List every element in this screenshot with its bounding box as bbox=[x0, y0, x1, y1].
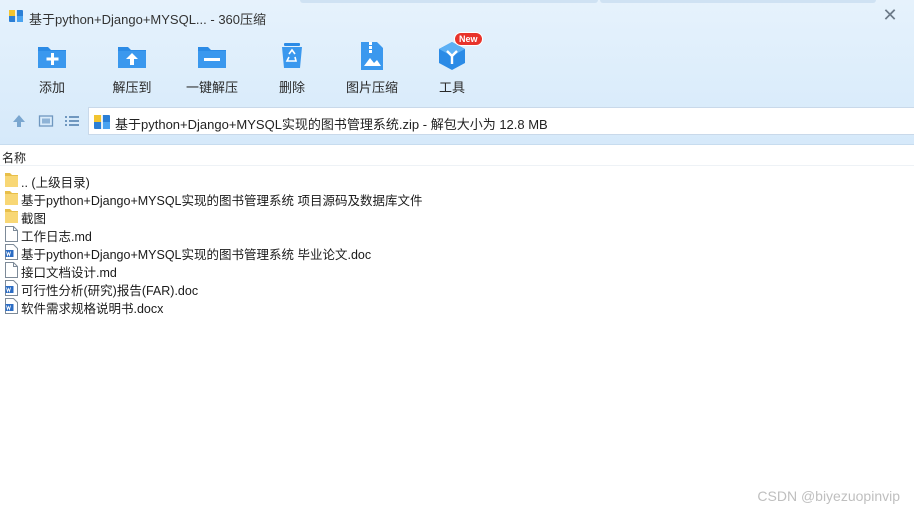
list-view-icon[interactable] bbox=[64, 113, 80, 129]
close-button[interactable]: ✕ bbox=[876, 2, 904, 28]
add-button[interactable]: 添加 bbox=[12, 36, 92, 98]
file-list: 名称 .. (上级目录) 基于python+Django+MYSQL实现的图书管… bbox=[0, 145, 914, 514]
list-item[interactable]: 可行性分析(研究)报告(FAR).doc bbox=[0, 279, 914, 298]
list-item[interactable]: 基于python+Django+MYSQL实现的图书管理系统 毕业论文.doc bbox=[0, 243, 914, 262]
title-bar: 基于python+Django+MYSQL... - 360压缩 ✕ bbox=[0, 0, 914, 32]
window-chrome: 基于python+Django+MYSQL... - 360压缩 ✕ 添加 解压… bbox=[0, 0, 914, 145]
toolbar-label: 工具 bbox=[438, 80, 465, 95]
one-click-extract-button[interactable]: 一键解压 bbox=[172, 36, 252, 98]
toolbar-label: 添加 bbox=[38, 80, 65, 95]
folder-icon bbox=[5, 173, 18, 187]
zip-archive-icon bbox=[94, 115, 110, 129]
document-icon bbox=[5, 262, 18, 278]
word-document-icon bbox=[5, 280, 18, 296]
extract-to-button[interactable]: 解压到 bbox=[92, 36, 172, 98]
add-folder-icon bbox=[38, 47, 66, 68]
tools-button[interactable]: New 工具 bbox=[412, 32, 492, 98]
list-item[interactable]: 接口文档设计.md bbox=[0, 261, 914, 280]
list-item[interactable]: .. (上级目录) bbox=[0, 171, 914, 190]
new-badge: New bbox=[454, 32, 483, 46]
word-document-icon bbox=[5, 298, 18, 314]
file-rows: .. (上级目录) 基于python+Django+MYSQL实现的图书管理系统… bbox=[0, 171, 914, 316]
folder-icon bbox=[5, 191, 18, 205]
thumbnail-view-icon[interactable] bbox=[38, 113, 54, 129]
address-text: 基于python+Django+MYSQL实现的图书管理系统.zip - 解包大… bbox=[115, 117, 548, 132]
up-arrow-icon[interactable] bbox=[11, 113, 27, 129]
toolbar-label: 删除 bbox=[278, 80, 305, 95]
list-item[interactable]: 工作日志.md bbox=[0, 225, 914, 244]
toolbar: 添加 解压到 一键解压 删除 图片压缩 New 工具 bbox=[0, 32, 914, 98]
one-click-extract-icon bbox=[198, 47, 226, 68]
delete-button[interactable]: 删除 bbox=[252, 36, 332, 98]
folder-icon bbox=[5, 209, 18, 223]
column-header-name[interactable]: 名称 bbox=[2, 149, 26, 166]
header-divider bbox=[0, 165, 914, 166]
recycle-bin-icon bbox=[282, 43, 302, 68]
window-title: 基于python+Django+MYSQL... - 360压缩 bbox=[29, 12, 267, 27]
list-item[interactable]: 截图 bbox=[0, 207, 914, 226]
list-item[interactable]: 基于python+Django+MYSQL实现的图书管理系统 项目源码及数据库文… bbox=[0, 189, 914, 208]
toolbar-label: 一键解压 bbox=[185, 80, 238, 95]
watermark: CSDN @biyezuopinvip bbox=[757, 488, 900, 504]
extract-to-folder-icon bbox=[118, 47, 146, 68]
toolbar-label: 图片压缩 bbox=[345, 80, 398, 95]
list-item[interactable]: 软件需求规格说明书.docx bbox=[0, 297, 914, 316]
address-bar[interactable]: 基于python+Django+MYSQL实现的图书管理系统.zip - 解包大… bbox=[88, 107, 914, 135]
word-document-icon bbox=[5, 244, 18, 260]
toolbar-label: 解压到 bbox=[112, 80, 152, 95]
item-name: 软件需求规格说明书.docx bbox=[21, 302, 164, 316]
app-logo-icon bbox=[9, 10, 23, 22]
title-decoration bbox=[600, 0, 876, 3]
image-compress-button[interactable]: 图片压缩 bbox=[332, 36, 412, 98]
title-decoration bbox=[300, 0, 598, 3]
image-compress-icon bbox=[361, 42, 383, 70]
document-icon bbox=[5, 226, 18, 242]
